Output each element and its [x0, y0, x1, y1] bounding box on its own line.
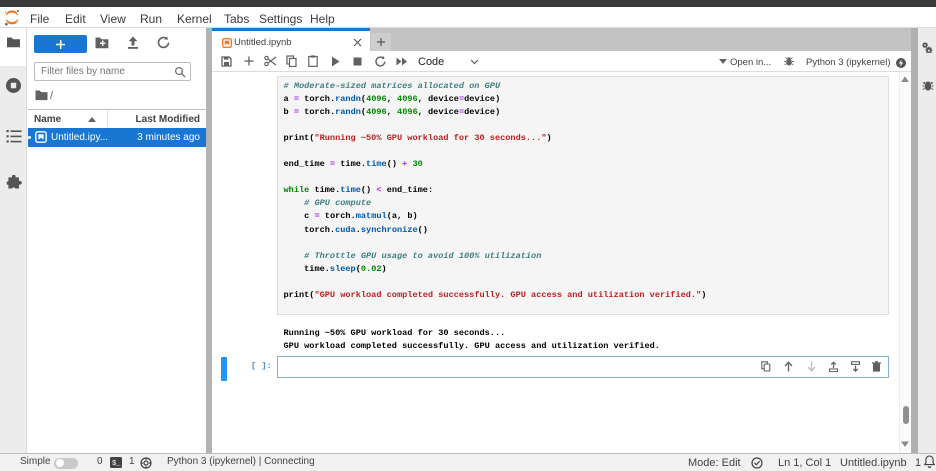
svg-text:$_: $_ [112, 460, 121, 468]
